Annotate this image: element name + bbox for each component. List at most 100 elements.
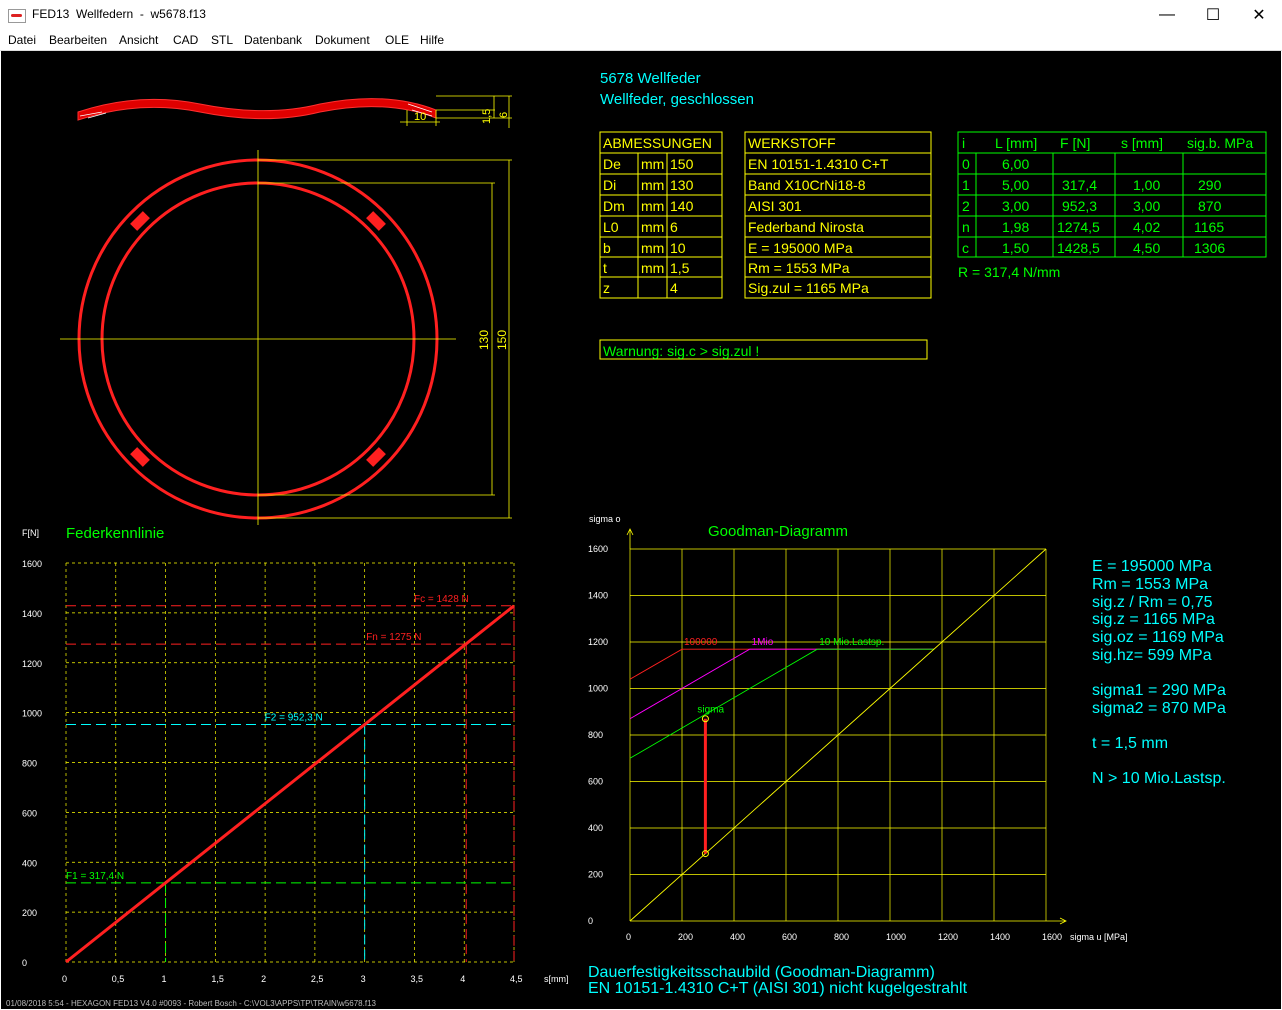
y-tick-label: 200 — [22, 908, 37, 918]
y-tick-label: 400 — [22, 858, 37, 868]
load-cell: 1428,5 — [1057, 240, 1100, 256]
result-line: sigma1 = 290 MPa — [1092, 682, 1226, 699]
abmessungen-header: ABMESSUNGEN — [603, 135, 712, 151]
menu-ansicht[interactable]: Ansicht — [119, 33, 158, 47]
load-cell: 317,4 — [1062, 177, 1097, 193]
load-cell: 4,02 — [1133, 219, 1160, 235]
load-cell: c — [962, 240, 969, 256]
abm-value-l0: 6 — [670, 219, 678, 235]
series-label: 1Mio — [752, 637, 774, 648]
x-tick-label: 600 — [782, 932, 797, 942]
result-cycles: N > 10 Mio.Lastsp. — [1092, 770, 1226, 787]
y-tick-label: 1000 — [22, 709, 42, 719]
dim-b: 10 — [414, 111, 426, 123]
y-tick-label: 1600 — [22, 559, 42, 569]
x-tick-label: 2 — [261, 974, 266, 984]
result-line: sig.z = 1165 MPa — [1092, 611, 1215, 628]
result-line: E = 195000 MPa — [1092, 558, 1212, 575]
menu-dokument[interactable]: Dokument — [315, 33, 370, 47]
y-tick-label: 1400 — [588, 591, 608, 601]
load-header-i: i — [962, 135, 965, 151]
x-tick-label: 0 — [62, 974, 67, 984]
load-cell: 2 — [962, 198, 970, 214]
warning-message: Warnung: sig.c > sig.zul ! — [603, 343, 759, 359]
x-tick-label: 0,5 — [112, 974, 125, 984]
minimize-button[interactable]: — — [1144, 0, 1190, 30]
x-tick-label: 1 — [162, 974, 167, 984]
drawing-subtitle: Wellfeder, geschlossen — [600, 91, 754, 108]
load-cell: 3,00 — [1002, 198, 1029, 214]
abm-label-di: Di — [603, 177, 616, 193]
drawing-title: 5678 Wellfeder — [600, 70, 701, 87]
y-tick-label: 1400 — [22, 609, 42, 619]
menu-datei[interactable]: Datei — [8, 33, 36, 47]
x-tick-label: 1,5 — [211, 974, 224, 984]
chart2-title: Goodman-Diagramm — [708, 523, 848, 540]
abm-value-z: 4 — [670, 280, 678, 296]
load-cell: 1165 — [1194, 219, 1224, 235]
werkstoff-row: E = 195000 MPa — [748, 240, 853, 256]
menu-cad[interactable]: CAD — [173, 33, 198, 47]
abm-label-z: z — [603, 280, 610, 296]
load-cell: 1274,5 — [1057, 219, 1100, 235]
werkstoff-row: Rm = 1553 MPa — [748, 260, 850, 276]
x-tick-label: 1000 — [886, 932, 906, 942]
abm-value-b: 10 — [670, 240, 686, 256]
load-cell: 1,98 — [1002, 219, 1029, 235]
menu-datenbank[interactable]: Datenbank — [244, 33, 302, 47]
abm-label-b: b — [603, 240, 611, 256]
menu-hilfe[interactable]: Hilfe — [420, 33, 444, 47]
abm-unit-t: mm — [641, 260, 664, 276]
x-tick-label: 1200 — [938, 932, 958, 942]
abm-label-l0: L0 — [603, 219, 619, 235]
werkstoff-header: WERKSTOFF — [748, 135, 836, 151]
abm-unit-b: mm — [641, 240, 664, 256]
result-line: sigma2 = 870 MPa — [1092, 700, 1226, 717]
marker-label: F2 = 952,3 N — [265, 713, 323, 724]
x-tick-label: 200 — [678, 932, 693, 942]
abm-value-dm: 140 — [670, 198, 694, 214]
dim-di: 130 — [477, 330, 491, 350]
y-tick-label: 1000 — [588, 684, 608, 694]
title-bar: FED13 Wellfedern - w5678.f13 — ☐ ✕ — [0, 0, 1282, 30]
abm-value-de: 150 — [670, 156, 694, 172]
maximize-button[interactable]: ☐ — [1190, 0, 1236, 30]
y-tick-label: 600 — [588, 777, 603, 787]
x-tick-label: 800 — [834, 932, 849, 942]
werkstoff-row: Band X10CrNi18-8 — [748, 177, 866, 193]
result-line: sig.hz= 599 MPa — [1092, 647, 1212, 664]
x-tick-label: 4 — [460, 974, 465, 984]
marker-label: Fn = 1275 N — [366, 632, 421, 643]
result-thickness: t = 1,5 mm — [1092, 735, 1168, 752]
chart2-ylabel: sigma o — [589, 514, 621, 524]
menu-stl[interactable]: STL — [211, 33, 233, 47]
x-tick-label: 0 — [626, 932, 631, 942]
abm-value-di: 130 — [670, 177, 694, 193]
dim-l0: 6 — [498, 112, 510, 118]
menu-bearbeiten[interactable]: Bearbeiten — [49, 33, 107, 47]
load-cell: 3,00 — [1133, 198, 1160, 214]
load-cell: 0 — [962, 156, 970, 172]
abm-label-de: De — [603, 156, 621, 172]
series-label: 100000 — [684, 637, 718, 648]
y-tick-label: 200 — [588, 870, 603, 880]
result-line: Rm = 1553 MPa — [1092, 576, 1208, 593]
chart2-xlabel: sigma u [MPa] — [1070, 932, 1128, 942]
drawing-canvas[interactable]: 5678 Wellfeder Wellfeder, geschlossen 10… — [1, 51, 1281, 1009]
y-tick-label: 0 — [588, 916, 593, 926]
close-button[interactable]: ✕ — [1236, 0, 1282, 30]
load-cell: 1,50 — [1002, 240, 1029, 256]
menu-ole[interactable]: OLE — [385, 33, 409, 47]
abm-unit-de: mm — [641, 156, 664, 172]
result-line: sig.oz = 1169 MPa — [1092, 629, 1224, 646]
chart1-ylabel: F[N] — [22, 528, 39, 538]
y-tick-label: 1200 — [588, 637, 608, 647]
abm-value-t: 1,5 — [670, 260, 690, 276]
sigma-label: sigma — [697, 705, 724, 716]
load-cell: 6,00 — [1002, 156, 1029, 172]
y-tick-label: 800 — [588, 730, 603, 740]
werkstoff-row: EN 10151-1.4310 C+T — [748, 156, 889, 172]
load-header-sig: sig.b. MPa — [1187, 135, 1253, 151]
abm-unit-dm: mm — [641, 198, 664, 214]
load-cell: 952,3 — [1062, 198, 1097, 214]
